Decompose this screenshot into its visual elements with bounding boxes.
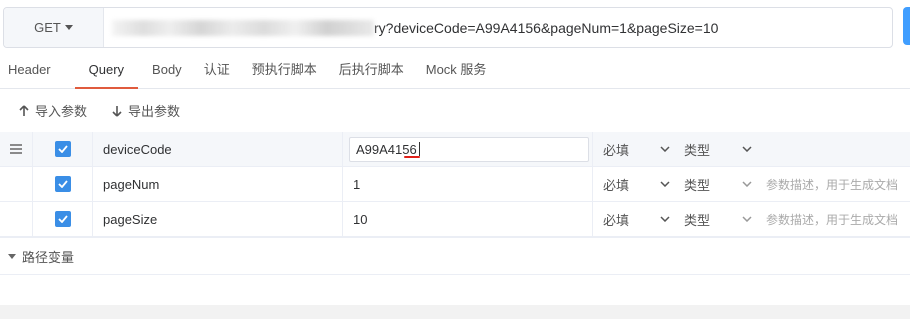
required-select[interactable]: 必填 [593, 132, 678, 166]
chevron-down-icon [660, 146, 670, 152]
tab-post-script[interactable]: 后执行脚本 [331, 52, 412, 88]
required-label: 必填 [603, 212, 630, 228]
param-key[interactable]: pageSize [93, 202, 343, 236]
table-row: deviceCode A99A4156 必填 类型 [0, 132, 910, 167]
type-select[interactable]: 类型 [678, 132, 758, 166]
path-variables-toggle[interactable]: 路径变量 [0, 237, 910, 275]
required-label: 必填 [603, 177, 630, 193]
import-params-button[interactable]: 导入参数 [18, 101, 87, 120]
param-checkbox[interactable] [33, 132, 93, 166]
type-select[interactable]: 类型 [678, 167, 758, 201]
caret-down-icon [64, 25, 73, 30]
chevron-down-icon [742, 181, 752, 187]
chevron-down-icon [660, 216, 670, 222]
import-params-label: 导入参数 [35, 104, 88, 119]
caret-down-icon [8, 253, 16, 259]
chevron-down-icon [742, 216, 752, 222]
tab-mock[interactable]: Mock 服务 [418, 52, 495, 88]
param-value-input[interactable]: A99A4156 [349, 136, 589, 162]
table-row: pageSize 10 必填 类型 参数描述，用于生成文档 [0, 202, 910, 237]
send-button[interactable] [903, 7, 910, 45]
param-description[interactable]: 参数描述，用于生成文档 [758, 202, 910, 236]
param-value[interactable]: 10 [343, 202, 593, 236]
url-visible-text: ry?deviceCode=A99A4156&pageNum=1&pageSiz… [374, 19, 719, 36]
param-description[interactable] [758, 132, 910, 166]
bottom-panel-edge [0, 305, 910, 319]
method-label: GET [34, 20, 61, 35]
check-icon [54, 141, 71, 157]
drag-handle-cell [0, 167, 33, 201]
tab-query[interactable]: Query [74, 52, 139, 89]
chevron-down-icon [742, 146, 752, 152]
blurred-url-host [112, 19, 374, 36]
url-input[interactable]: ry?deviceCode=A99A4156&pageNum=1&pageSiz… [104, 8, 892, 47]
param-value-cell[interactable]: A99A4156 [343, 132, 593, 166]
param-checkbox[interactable] [33, 202, 93, 236]
tab-header[interactable]: Header [0, 52, 59, 88]
type-label: 类型 [684, 142, 711, 158]
param-key[interactable]: deviceCode [93, 132, 343, 166]
tab-auth[interactable]: 认证 [196, 52, 238, 88]
type-label: 类型 [684, 177, 711, 193]
drag-handle-icon[interactable] [0, 132, 33, 166]
param-key[interactable]: pageNum [93, 167, 343, 201]
type-label: 类型 [684, 212, 711, 228]
chevron-down-icon [660, 181, 670, 187]
required-label: 必填 [603, 142, 630, 158]
param-value[interactable]: 1 [343, 167, 593, 201]
export-params-label: 导出参数 [128, 104, 181, 119]
arrow-down-icon [112, 105, 122, 117]
check-icon [54, 211, 71, 227]
tab-body[interactable]: Body [144, 52, 190, 88]
import-export-bar: 导入参数 导出参数 [0, 89, 910, 132]
request-tabs: Header Query Body 认证 预执行脚本 后执行脚本 Mock 服务 [0, 52, 910, 89]
check-icon [54, 176, 71, 192]
required-select[interactable]: 必填 [593, 202, 678, 236]
required-select[interactable]: 必填 [593, 167, 678, 201]
query-params-table: deviceCode A99A4156 必填 类型 pageNum 1 必填 类… [0, 132, 910, 237]
param-checkbox[interactable] [33, 167, 93, 201]
tab-pre-script[interactable]: 预执行脚本 [244, 52, 325, 88]
export-params-button[interactable]: 导出参数 [111, 101, 180, 120]
param-description[interactable]: 参数描述，用于生成文档 [758, 167, 910, 201]
param-value: A99A4156 [356, 141, 417, 157]
method-dropdown[interactable]: GET [4, 8, 104, 47]
text-cursor [418, 142, 420, 156]
drag-handle-cell [0, 202, 33, 236]
url-bar: GET ry?deviceCode=A99A4156&pageNum=1&pag… [3, 7, 893, 48]
arrow-up-icon [19, 104, 29, 116]
table-row: pageNum 1 必填 类型 参数描述，用于生成文档 [0, 167, 910, 202]
spellcheck-underline [404, 155, 420, 158]
type-select[interactable]: 类型 [678, 202, 758, 236]
path-variables-label: 路径变量 [22, 249, 75, 265]
